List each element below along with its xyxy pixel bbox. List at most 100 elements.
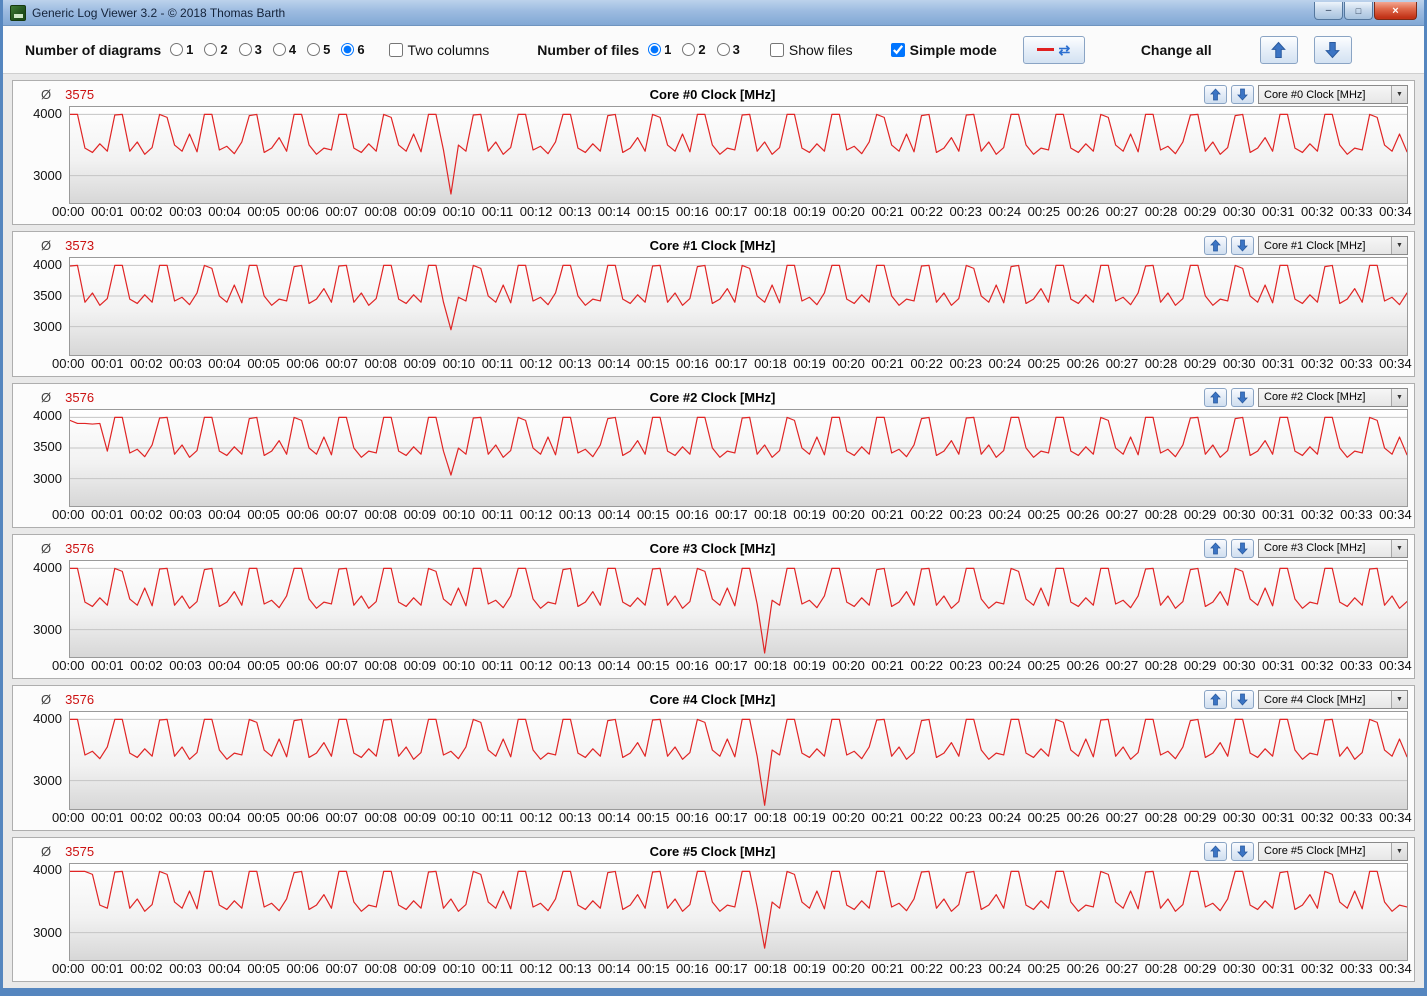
move-signal-up-button[interactable] bbox=[1204, 538, 1227, 558]
x-axis-tick-label: 00:27 bbox=[1105, 658, 1139, 674]
arrow-down-icon bbox=[1237, 391, 1248, 404]
radio-files-3-input[interactable] bbox=[716, 43, 730, 56]
simple-mode-checkbox[interactable] bbox=[890, 42, 905, 57]
x-axis-tick-label: 00:08 bbox=[364, 506, 398, 522]
chevron-down-icon: ▼ bbox=[1391, 691, 1407, 709]
x-axis-tick-label: 00:23 bbox=[949, 809, 983, 825]
x-axis-tick-label: 00:13 bbox=[558, 355, 592, 371]
x-axis-tick-label: 00:15 bbox=[636, 204, 670, 220]
signal-select-combobox[interactable]: Core #2 Clock [MHz] ▼ bbox=[1258, 387, 1408, 407]
x-axis-tick-label: 00:25 bbox=[1027, 355, 1061, 371]
x-axis-tick-label: 00:27 bbox=[1105, 960, 1139, 976]
signal-select-combobox[interactable]: Core #5 Clock [MHz] ▼ bbox=[1258, 841, 1408, 861]
radio-diagrams-3-input[interactable] bbox=[238, 43, 252, 56]
x-axis-tick-label: 00:21 bbox=[871, 506, 904, 522]
move-signal-down-button[interactable] bbox=[1231, 841, 1254, 861]
radio-diagrams-1[interactable]: 1 bbox=[170, 42, 193, 57]
x-axis-tick-label: 00:27 bbox=[1105, 204, 1139, 220]
chevron-down-icon: ▼ bbox=[1391, 539, 1407, 557]
diagram-header: Ø 3573 Core #1 Clock [MHz] Core #1 Clock… bbox=[17, 234, 1408, 257]
radio-diagrams-5[interactable]: 5 bbox=[307, 42, 330, 57]
radio-diagrams-2[interactable]: 2 bbox=[204, 42, 228, 57]
radio-files-2[interactable]: 2 bbox=[682, 42, 706, 57]
x-axis-tick-label: 00:29 bbox=[1183, 204, 1217, 220]
app-icon bbox=[10, 4, 26, 21]
x-axis-tick-label: 00:20 bbox=[832, 355, 865, 371]
signal-select-combobox[interactable]: Core #0 Clock [MHz] ▼ bbox=[1258, 85, 1408, 104]
move-signal-down-button[interactable] bbox=[1231, 538, 1254, 558]
x-axis-tick-label: 00:05 bbox=[247, 809, 280, 825]
move-signal-down-button[interactable] bbox=[1231, 85, 1254, 104]
x-axis-tick-label: 00:09 bbox=[403, 506, 437, 522]
diagram-controls: Core #1 Clock [MHz] ▼ bbox=[1204, 236, 1408, 256]
change-all-down-button[interactable] bbox=[1313, 35, 1352, 64]
move-signal-up-button[interactable] bbox=[1204, 841, 1227, 861]
chevron-down-icon: ▼ bbox=[1391, 842, 1407, 860]
move-signal-down-button[interactable] bbox=[1231, 690, 1254, 710]
chart-plot bbox=[69, 862, 1408, 961]
radio-files-2-input[interactable] bbox=[682, 43, 696, 56]
line-style-refresh-button[interactable]: ⇄ bbox=[1022, 35, 1085, 64]
radio-label: 2 bbox=[698, 42, 706, 57]
show-files-checkbox[interactable] bbox=[769, 42, 784, 57]
x-axis-tick-label: 00:01 bbox=[91, 809, 124, 825]
move-signal-up-button[interactable] bbox=[1204, 85, 1227, 104]
show-files-option[interactable]: Show files bbox=[769, 42, 853, 58]
radio-files-3[interactable]: 3 bbox=[716, 42, 740, 57]
chart-plot-svg bbox=[70, 712, 1407, 808]
simple-mode-option[interactable]: Simple mode bbox=[890, 42, 997, 58]
move-signal-down-button[interactable] bbox=[1231, 387, 1254, 407]
x-axis-tick-label: 00:22 bbox=[910, 204, 943, 220]
x-axis-tick-label: 00:20 bbox=[832, 506, 865, 522]
x-axis-tick-label: 00:11 bbox=[481, 355, 514, 371]
title-bar[interactable]: Generic Log Viewer 3.2 - © 2018 Thomas B… bbox=[3, 0, 1424, 26]
x-axis-tick-label: 00:09 bbox=[403, 809, 437, 825]
signal-select-combobox[interactable]: Core #1 Clock [MHz] ▼ bbox=[1258, 236, 1408, 256]
radio-diagrams-5-input[interactable] bbox=[307, 43, 321, 56]
close-button[interactable]: × bbox=[1374, 2, 1417, 20]
x-axis-tick-label: 00:12 bbox=[519, 355, 553, 371]
chevron-down-icon: ▼ bbox=[1391, 388, 1407, 406]
radio-files-1[interactable]: 1 bbox=[648, 42, 671, 57]
x-axis: 00:00 00:01 00:02 00:03 00:04 00:05 00:06 00:07… bbox=[52, 961, 1412, 978]
x-axis-tick-label: 00:24 bbox=[988, 658, 1022, 674]
x-axis-tick-label: 00:15 bbox=[636, 658, 670, 674]
diagram-list: Ø 3575 Core #0 Clock [MHz] Core #0 Clock… bbox=[3, 74, 1424, 988]
x-axis-tick-label: 00:28 bbox=[1144, 809, 1178, 825]
radio-diagrams-2-input[interactable] bbox=[204, 43, 218, 56]
two-columns-option[interactable]: Two columns bbox=[388, 42, 489, 58]
signal-select-combobox[interactable]: Core #3 Clock [MHz] ▼ bbox=[1258, 538, 1408, 558]
arrow-down-icon bbox=[1237, 88, 1248, 101]
x-axis-tick-label: 00:23 bbox=[949, 506, 983, 522]
move-signal-down-button[interactable] bbox=[1231, 236, 1254, 256]
radio-files-1-input[interactable] bbox=[648, 43, 662, 56]
x-axis-tick-label: 00:16 bbox=[676, 658, 709, 674]
minimize-button[interactable]: – bbox=[1314, 2, 1343, 20]
radio-diagrams-4-input[interactable] bbox=[272, 43, 286, 56]
radio-diagrams-1-input[interactable] bbox=[170, 43, 184, 56]
x-axis-tick-label: 00:34 bbox=[1379, 809, 1412, 825]
radio-diagrams-6[interactable]: 6 bbox=[341, 42, 365, 57]
x-axis-tick-label: 00:19 bbox=[793, 809, 826, 825]
y-axis-tick-label: 4000 bbox=[33, 105, 62, 121]
change-all-up-button[interactable] bbox=[1259, 35, 1298, 64]
x-axis-tick-label: 00:31 bbox=[1261, 355, 1295, 371]
move-signal-up-button[interactable] bbox=[1204, 236, 1227, 256]
radio-label: 4 bbox=[288, 42, 297, 57]
x-axis-tick-label: 00:20 bbox=[832, 960, 865, 976]
move-signal-up-button[interactable] bbox=[1204, 387, 1227, 407]
x-axis-tick-label: 00:31 bbox=[1261, 960, 1295, 976]
x-axis-tick-label: 00:28 bbox=[1144, 506, 1178, 522]
x-axis-tick-label: 00:12 bbox=[519, 204, 553, 220]
two-columns-checkbox[interactable] bbox=[388, 42, 403, 57]
radio-diagrams-6-input[interactable] bbox=[341, 43, 355, 56]
x-axis-tick-label: 00:20 bbox=[832, 809, 865, 825]
move-signal-up-button[interactable] bbox=[1204, 690, 1227, 710]
x-axis-tick-label: 00:01 bbox=[91, 355, 124, 371]
radio-diagrams-4[interactable]: 4 bbox=[272, 42, 297, 57]
radio-diagrams-3[interactable]: 3 bbox=[238, 42, 262, 57]
x-axis-tick-label: 00:05 bbox=[247, 960, 280, 976]
maximize-button[interactable]: □ bbox=[1344, 2, 1373, 20]
signal-select-combobox[interactable]: Core #4 Clock [MHz] ▼ bbox=[1258, 690, 1408, 710]
x-axis-tick-label: 00:21 bbox=[871, 204, 904, 220]
